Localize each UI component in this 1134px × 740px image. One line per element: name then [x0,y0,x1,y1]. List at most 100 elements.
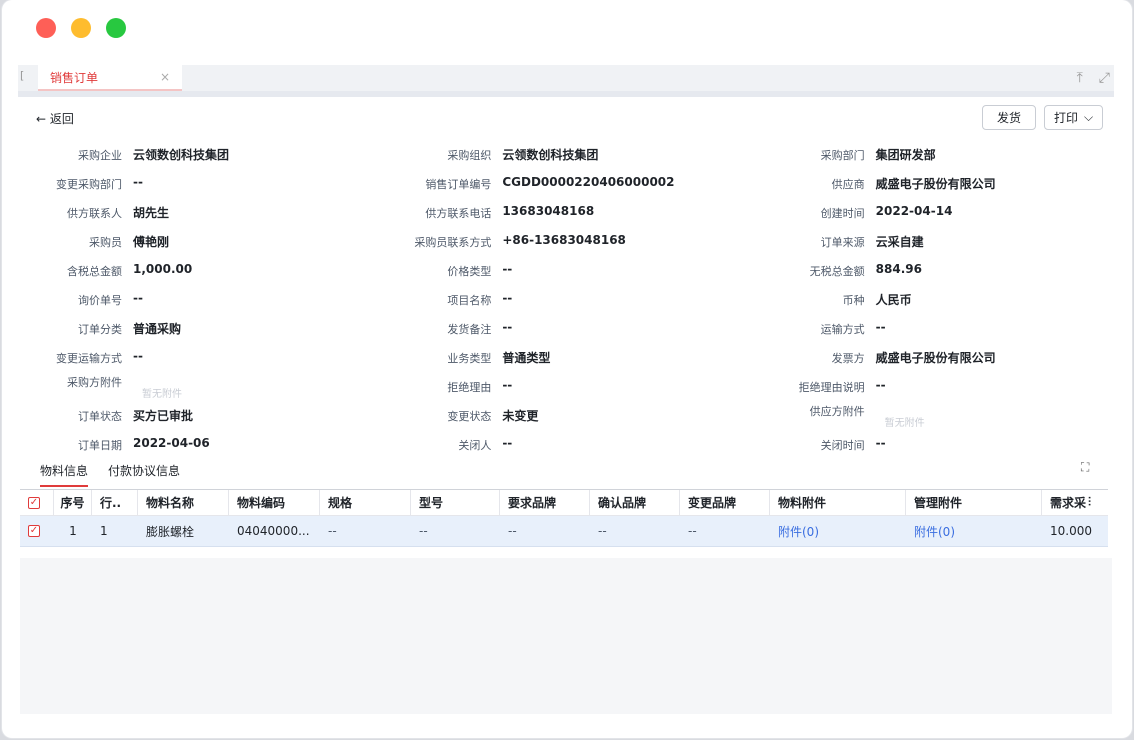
field: 关闭时间 -- [747,436,1110,453]
chevron-down-icon: ⌵ [1083,110,1094,124]
table-cell-wrap: 10.000 [1042,516,1098,546]
field: 含税总金额 1,000.00 [20,262,383,279]
field-label: 订单日期 [78,439,122,452]
column-header[interactable]: 物料编码 [229,490,320,515]
column-header-label: 型号 [419,496,444,510]
field-value: -- [133,349,143,363]
column-header-label: 序号 [60,496,85,510]
field-row: 采购员 傅艳刚 采购员联系方式 +86-13683048168 订单来源 云采自建 [20,227,1110,256]
column-header[interactable]: 需求采 ⫶ [1042,490,1098,515]
table-cell: -- [419,524,428,538]
print-button[interactable]: 打印 ⌵ [1044,105,1103,130]
field-row: 采购方附件 暂无附件 拒绝理由 -- 拒绝理由说明 -- [20,372,1110,401]
tab-payment-agreement[interactable]: 付款协议信息 [108,462,180,487]
field-label: 关闭时间 [820,439,865,452]
column-header[interactable]: 物料名称 [138,490,229,515]
field-label: 拒绝理由说明 [798,381,865,394]
column-header[interactable]: 型号 [411,490,500,515]
column-header-label: 规格 [328,496,353,510]
table-cell-wrap: 1 [92,516,138,546]
field-row: 订单分类 普通采购 发货备注 -- 运输方式 -- [20,314,1110,343]
column-header-label: 物料名称 [146,496,195,510]
field-value: 集团研发部 [875,148,936,162]
table-cell: 1 [100,524,108,538]
field: 供方联系人 胡先生 [20,204,383,221]
tab-material-info[interactable]: 物料信息 [40,462,89,487]
field-label: 含税总金额 [67,265,122,278]
field: 采购员 傅艳刚 [20,233,383,250]
table-cell: 10.000 [1050,524,1092,538]
field-value: 云领数创科技集团 [133,148,230,162]
expand-icon[interactable]: ⛶ [1081,460,1089,475]
order-details: 采购企业 云领数创科技集团 采购组织 云领数创科技集团 采购部门 集团研发部 变更采购部门 -… [20,140,1110,459]
field-row: 订单状态 买方已审批 变更状态 未变更 供应方附件 暂无附件 [20,401,1110,430]
field-row: 变更运输方式 -- 业务类型 普通类型 发票方 威盛电子股份有限公司 [20,343,1110,372]
field-label: 采购部门 [820,149,865,162]
field-value: 胡先生 [133,206,170,220]
column-header[interactable]: 要求品牌 [500,490,590,515]
field-value: 普通类型 [502,351,551,365]
table-cell: -- [688,524,697,538]
column-header[interactable]: 物料附件 [770,490,906,515]
back-link[interactable]: ← 返回 [36,110,74,127]
tab-label: 销售订单 [50,70,99,85]
select-all-checkbox[interactable]: ✓ [28,496,40,509]
field-label: 供应商 [831,178,865,191]
field-label: 运输方式 [820,323,865,336]
field-value: -- [875,378,886,392]
table-cell: -- [508,524,517,538]
field-label: 创建时间 [820,207,865,220]
field-value: 威盛电子股份有限公司 [875,177,996,191]
tab-bar-edge: [ [20,69,25,82]
maximize-window-button[interactable] [106,18,126,38]
table-row[interactable]: ✓ 1 1 膨胀螺栓 04040000... -- -- -- -- -- 附件(0) 附件(0) 10… [20,516,1108,547]
field-value: 买方已审批 [133,409,194,423]
field-label: 销售订单编号 [425,178,492,191]
row-checkbox[interactable]: ✓ [28,525,40,537]
select-all-cell: ✓ [20,490,54,515]
table-cell: -- [598,524,607,538]
field-label: 供方联系电话 [425,207,492,220]
fullscreen-icon[interactable]: ⤢ [1099,70,1110,86]
attachment-link[interactable]: 附件(0) [914,523,955,540]
field: 项目名称 -- [383,291,746,308]
field-label: 采购员联系方式 [414,236,492,249]
field-label: 订单来源 [820,236,865,249]
field-value: -- [502,378,513,392]
upload-icon[interactable]: ⤒ [1077,70,1083,86]
field-label: 询价单号 [78,294,122,307]
field-label: 发货备注 [447,323,492,336]
field: 变更运输方式 -- [20,349,383,366]
field: 币种 人民币 [747,291,1110,308]
field-value: CGDD0000220406000002 [502,175,675,189]
column-header-label: 确认品牌 [598,496,647,510]
ship-button[interactable]: 发货 [982,105,1036,130]
field-value: 威盛电子股份有限公司 [875,351,996,365]
minimize-window-button[interactable] [71,18,91,38]
column-header[interactable]: 规格 [320,490,411,515]
close-window-button[interactable] [36,18,56,38]
attachment-link[interactable]: 附件(0) [778,523,819,540]
column-header-label: 管理附件 [914,496,963,510]
column-header[interactable]: 序号 [54,490,92,515]
field-value: +86-13683048168 [502,233,626,247]
column-header[interactable]: 管理附件 [906,490,1042,515]
field-label: 币种 [842,294,865,307]
field-value: -- [502,262,513,276]
table-cell-wrap: 膨胀螺栓 [138,516,229,546]
column-header[interactable]: 变更品牌 [680,490,770,515]
field-value: -- [133,291,143,305]
field: 采购组织 云领数创科技集团 [383,146,746,163]
tab-close-icon[interactable]: × [160,70,170,84]
column-settings-icon[interactable]: ⫶ [1088,495,1091,510]
field-label: 采购员 [89,236,122,249]
field-value: 未变更 [502,409,539,423]
detail-tabs: 物料信息 付款协议信息 [40,462,180,487]
column-header[interactable]: 确认品牌 [590,490,680,515]
field-label: 变更采购部门 [56,178,122,191]
table-cell-wrap: -- [411,516,500,546]
tab-sales-order[interactable]: 销售订单 × [38,65,182,91]
field-value: 人民币 [875,293,912,307]
table-cell-wrap: 附件(0) [770,516,906,546]
column-header[interactable]: 行.. [92,490,138,515]
